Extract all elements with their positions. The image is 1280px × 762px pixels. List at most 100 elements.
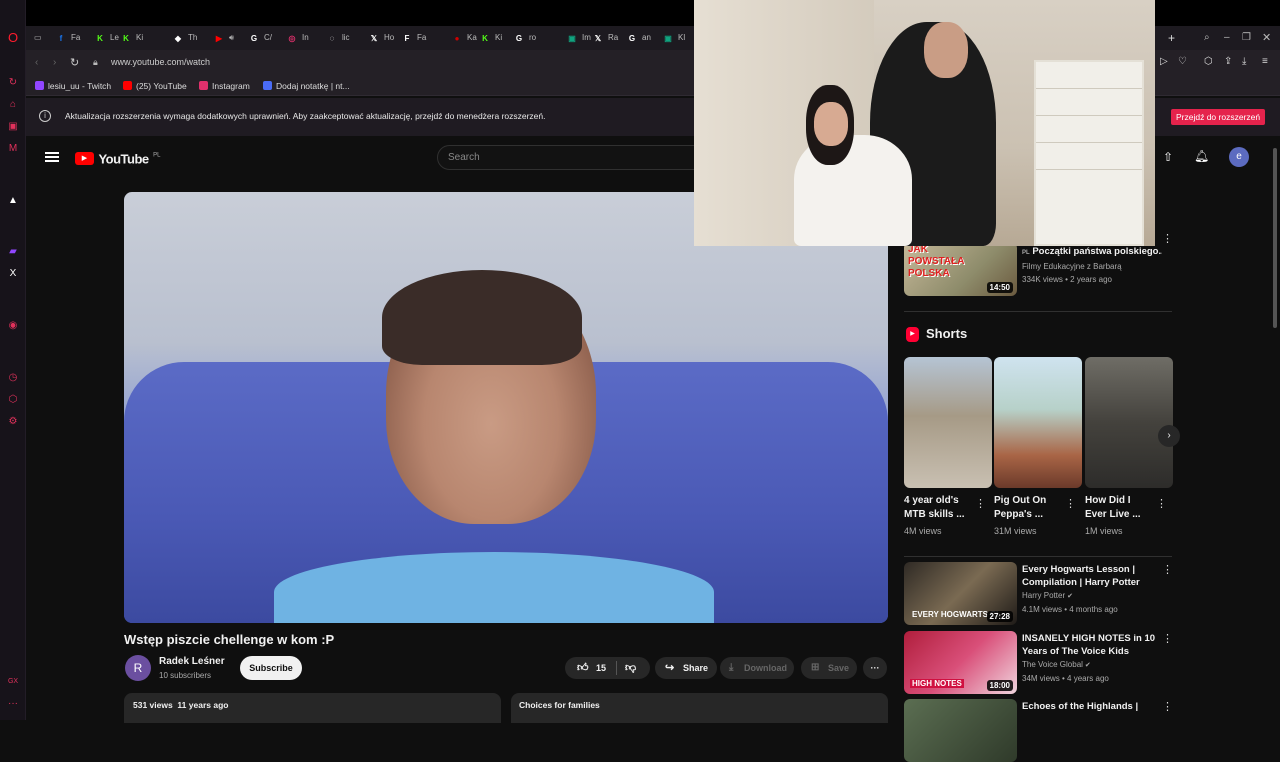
settings-icon[interactable]: ⚙ <box>7 416 19 428</box>
webcam-overlay <box>694 0 1155 246</box>
gx-icon[interactable]: GX <box>7 676 19 688</box>
recommendation-title: Every Hogwarts Lesson | Compilation | Ha… <box>1022 564 1140 588</box>
heart-icon[interactable]: ♡ <box>1178 56 1187 67</box>
browser-tab[interactable]: ◌ lic <box>327 31 361 45</box>
dislike-icon[interactable]: 👎︎ <box>625 657 636 679</box>
new-tab-icon[interactable]: + <box>1168 31 1175 45</box>
player-icon[interactable]: ◉ <box>7 320 19 332</box>
short-thumbnail[interactable] <box>994 357 1082 488</box>
go-to-extensions-button[interactable]: Przejdź do rozszerzeń <box>1171 109 1266 125</box>
more-actions-icon[interactable]: ··· <box>863 657 887 679</box>
browser-tab[interactable]: ◎ In <box>287 31 321 45</box>
workspace-icon[interactable]: ▣ <box>7 121 19 133</box>
hamburger-menu-icon[interactable] <box>45 152 59 162</box>
back-icon[interactable]: ‹ <box>35 57 38 68</box>
bookmark-item[interactable]: lesiu_uu - Twitch <box>35 79 111 93</box>
like-count[interactable]: 15 <box>596 657 606 679</box>
notifications-bell-icon[interactable]: 🔔︎ <box>1194 149 1209 163</box>
recommendation-menu-icon[interactable]: ⋮ <box>1162 634 1173 645</box>
kick-sidebar-icon[interactable]: ▲ <box>7 195 19 207</box>
short-title[interactable]: Pig Out On Peppa's ... <box>994 494 1058 522</box>
recommendation-thumbnail[interactable] <box>904 699 1017 762</box>
browser-tab[interactable]: ▶ 🔊︎ <box>214 31 248 45</box>
browser-tab[interactable]: ▣ Kl <box>663 31 697 45</box>
recommendation-info[interactable]: Echoes of the Highlands | <box>1022 700 1158 713</box>
mail-icon[interactable]: M <box>7 143 19 155</box>
recommendation-menu-icon[interactable]: ⋮ <box>1162 565 1173 576</box>
ai-icon[interactable]: ⌂ <box>7 99 19 111</box>
play-icon[interactable]: ▷ <box>1160 56 1168 67</box>
youtube-logo[interactable]: ▶ YouTube PL <box>75 150 160 168</box>
info-chip[interactable]: Choices for families <box>511 693 888 723</box>
save-button[interactable]: ⊞ Save <box>801 657 857 679</box>
browser-tab-label: Ki <box>136 33 144 42</box>
description-box[interactable]: 531 views 11 years ago <box>124 693 501 723</box>
subscribe-button[interactable]: Subscribe <box>240 656 302 680</box>
reload-icon[interactable]: ↻ <box>70 56 79 69</box>
search-input[interactable]: Search <box>437 145 737 170</box>
forward-icon[interactable]: › <box>53 57 56 68</box>
minimize-icon[interactable]: – <box>1224 31 1230 45</box>
browser-tab[interactable]: 𝕏 Ra <box>593 31 627 45</box>
browser-tab[interactable]: f Fa <box>56 31 90 45</box>
twitch-sidebar-icon[interactable]: ▰ <box>7 246 19 258</box>
save-icon: ⊞ <box>811 662 820 673</box>
history-icon[interactable]: ◷ <box>7 372 19 384</box>
url-field[interactable]: www.youtube.com/watch <box>111 57 210 67</box>
menu-icon[interactable]: ≡ <box>1262 56 1268 67</box>
close-window-icon[interactable]: ✕ <box>1262 31 1271 45</box>
maximize-icon[interactable]: ❐ <box>1242 31 1251 45</box>
scrollbar-thumb[interactable] <box>1273 148 1277 328</box>
short-title[interactable]: 4 year old's MTB skills ... <box>904 494 968 522</box>
short-thumbnail[interactable] <box>904 357 992 488</box>
recommendation-menu-icon[interactable]: ⋮ <box>1162 702 1173 713</box>
extensions-sidebar-icon[interactable]: ⬡ <box>7 394 19 406</box>
download-manager-icon[interactable]: ⤓ <box>1242 56 1246 67</box>
browser-tab[interactable]: Gan <box>627 31 661 45</box>
share-button[interactable]: ↪ Share <box>655 657 717 679</box>
browser-tab[interactable]: G C/ <box>249 31 283 45</box>
video-player[interactable] <box>124 192 888 623</box>
search-tabs-icon[interactable]: ⌕ <box>1204 31 1210 45</box>
browser-tab[interactable]: K Ki <box>480 31 514 45</box>
recommendation-info[interactable]: Every Hogwarts Lesson | Compilation | Ha… <box>1022 563 1158 616</box>
x-sidebar-icon[interactable]: X <box>7 268 19 280</box>
share-page-icon[interactable]: ⇪ <box>1224 56 1232 67</box>
browser-tab[interactable]: ◆ Th <box>173 31 207 45</box>
speed-dial-icon[interactable]: ↻ <box>7 77 19 89</box>
tab-audio-icon[interactable]: 🔊︎ <box>229 33 234 42</box>
bookmark-item[interactable]: (25) YouTube <box>123 79 187 93</box>
recommendation-duration: 18:00 <box>986 680 1013 691</box>
short-title[interactable]: How Did I Ever Live ... <box>1085 494 1149 522</box>
recommendation-thumbnail[interactable]: EVERY HOGWARTS CL 27:28 <box>904 562 1017 625</box>
browser-tab[interactable]: 𝕏 Ho <box>369 31 403 45</box>
bookmark-item[interactable]: Instagram <box>199 79 250 93</box>
top-video-menu-icon[interactable]: ⋮ <box>1162 234 1173 245</box>
recommendation-thumbnail[interactable]: HIGH NOTES 18:00 <box>904 631 1017 694</box>
download-icon: ⤓ <box>729 662 734 673</box>
browser-tab[interactable]: F Fa <box>402 31 436 45</box>
top-video-thumbnail[interactable]: JAK POWSTAŁA POLSKA 14:50 <box>904 242 1017 296</box>
short-thumbnail[interactable] <box>1085 357 1173 488</box>
page-scrollbar[interactable] <box>1272 138 1280 720</box>
channel-avatar[interactable]: R <box>125 655 151 681</box>
bookmark-item[interactable]: Dodaj notatkę | nt... <box>263 79 350 93</box>
opera-logo-icon[interactable]: O <box>7 31 19 44</box>
short-menu-icon[interactable]: ⋮ <box>1156 499 1167 510</box>
user-avatar[interactable]: e <box>1229 147 1249 167</box>
upload-icon[interactable]: ⇧ <box>1163 150 1173 164</box>
browser-tab[interactable]: K Ki <box>121 31 155 45</box>
short-menu-icon[interactable]: ⋮ <box>975 499 986 510</box>
top-video-info[interactable]: PL Początki państwa polskiego... Filmy E… <box>1022 245 1162 286</box>
browser-tab[interactable]: Gro <box>514 31 548 45</box>
recommendation-info[interactable]: INSANELY HIGH NOTES in 10 Years of The V… <box>1022 632 1158 685</box>
like-icon[interactable]: 👍︎ <box>577 657 589 679</box>
more-sidebar-icon[interactable]: ··· <box>7 698 19 710</box>
short-menu-icon[interactable]: ⋮ <box>1065 499 1076 510</box>
download-button[interactable]: ⤓ Download <box>720 657 794 679</box>
shorts-next-icon[interactable]: › <box>1158 425 1180 447</box>
extensions-icon[interactable]: ⬡ <box>1204 56 1213 67</box>
channel-name[interactable]: Radek Leśner <box>159 656 225 667</box>
tab-list-icon[interactable]: ▭ <box>34 31 48 45</box>
share-icon: ↪ <box>665 662 675 674</box>
